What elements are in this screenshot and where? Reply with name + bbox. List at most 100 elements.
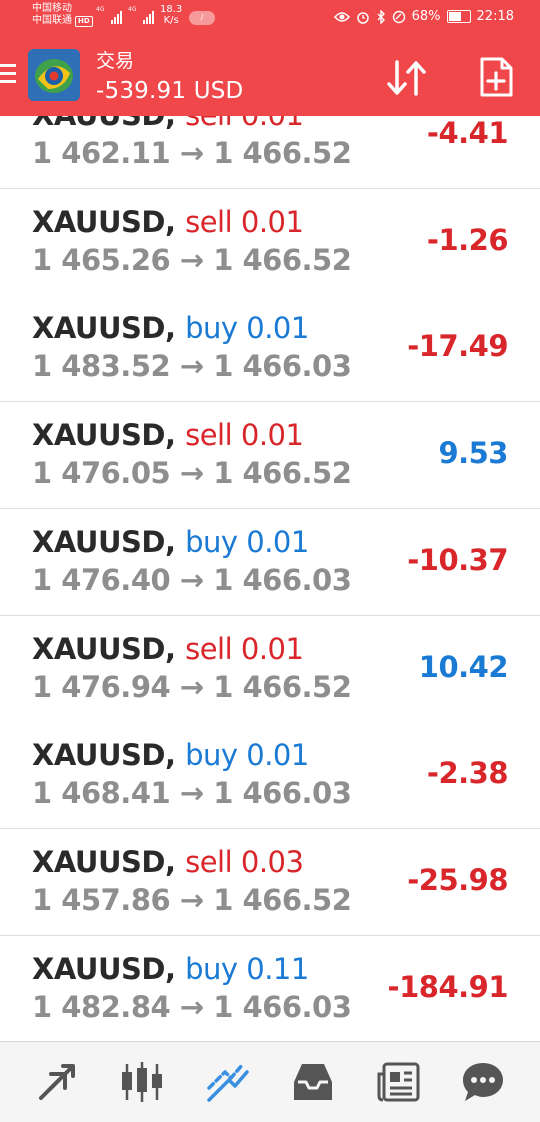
signal-group: 4G 4G	[96, 6, 154, 24]
position-profit: 10.42	[418, 650, 509, 684]
signal-icon: 4G	[96, 6, 122, 24]
page-title: 交易	[96, 50, 135, 72]
current-price: 1 466.03	[213, 990, 352, 1024]
position-row[interactable]: XAUUSD, buy 0.11 1 482.84 → 1 466.03 -184.…	[0, 936, 540, 1041]
order-side-volume: sell 0.03	[185, 845, 304, 879]
symbol-name: XAUUSD,	[32, 525, 176, 559]
arrow-icon: →	[179, 243, 204, 277]
order-side-volume: sell 0.01	[185, 116, 304, 132]
bluetooth-icon	[377, 9, 385, 24]
symbol-name: XAUUSD,	[32, 311, 176, 345]
order-side-volume: buy 0.01	[185, 738, 309, 772]
symbol-name: XAUUSD,	[32, 632, 176, 666]
symbol-name: XAUUSD,	[32, 845, 176, 879]
current-price: 1 466.52	[213, 670, 352, 704]
position-symbol: XAUUSD, buy 0.01	[32, 311, 309, 345]
open-price: 1 457.86	[32, 883, 171, 917]
symbol-name: XAUUSD,	[32, 952, 176, 986]
news-icon[interactable]	[376, 1060, 422, 1104]
current-price: 1 466.03	[213, 349, 352, 383]
current-price: 1 466.52	[213, 883, 352, 917]
battery-percent: 68%	[411, 9, 441, 24]
position-symbol: XAUUSD, buy 0.01	[32, 738, 309, 772]
order-side-volume: sell 0.01	[185, 418, 304, 452]
open-price: 1 482.84	[32, 990, 171, 1024]
open-price: 1 476.40	[32, 563, 171, 597]
position-profit: -2.38	[426, 756, 509, 790]
order-side-volume: buy 0.11	[185, 952, 309, 986]
position-row[interactable]: XAUUSD, sell 0.01 1 462.11 → 1 466.52 -4.4…	[0, 116, 540, 189]
arrow-icon: →	[179, 136, 204, 170]
open-price: 1 476.05	[32, 456, 171, 490]
signal-icon: 4G	[128, 6, 154, 24]
position-row[interactable]: XAUUSD, sell 0.03 1 457.86 → 1 466.52 -25.…	[0, 829, 540, 936]
position-row[interactable]: XAUUSD, buy 0.01 1 476.40 → 1 466.03 -10.3…	[0, 509, 540, 616]
chart-icon[interactable]	[119, 1060, 165, 1104]
order-side-volume: buy 0.01	[185, 311, 309, 345]
nfc-icon	[392, 10, 405, 23]
position-row[interactable]: XAUUSD, buy 0.01 1 468.41 → 1 466.03 -2.38	[0, 722, 540, 829]
current-price: 1 466.52	[213, 136, 352, 170]
current-price: 1 466.03	[213, 776, 352, 810]
network-type-1: 4G	[96, 6, 105, 13]
position-prices: 1 476.40 → 1 466.03	[32, 563, 352, 597]
order-side-volume: buy 0.01	[185, 525, 309, 559]
position-prices: 1 482.84 → 1 466.03	[32, 990, 352, 1024]
current-price: 1 466.52	[213, 456, 352, 490]
arrow-icon: →	[179, 670, 204, 704]
arrow-icon: →	[179, 776, 204, 810]
symbol-name: XAUUSD,	[32, 738, 176, 772]
new-order-icon[interactable]	[478, 56, 514, 98]
status-bar: 中国移动 中国联通 HD 4G 4G 18.3 K/s / 68% 22:18	[0, 0, 540, 40]
position-profit: -1.26	[426, 223, 509, 257]
open-price: 1 483.52	[32, 349, 171, 383]
position-row[interactable]: XAUUSD, sell 0.01 1 465.26 → 1 466.52 -1.2…	[0, 189, 540, 296]
position-profit: -17.49	[407, 329, 508, 363]
trade-icon[interactable]	[205, 1060, 251, 1104]
net-speed-value: 18.3	[160, 4, 183, 15]
arrow-icon: →	[179, 563, 204, 597]
network-type-2: 4G	[128, 6, 137, 13]
open-price: 1 476.94	[32, 670, 171, 704]
sort-icon[interactable]	[384, 58, 430, 98]
app-screen: 中国移动 中国联通 HD 4G 4G 18.3 K/s / 68% 22:18 …	[0, 0, 540, 1122]
position-profit: 9.53	[438, 436, 508, 470]
carrier-info: 中国移动 中国联通 HD	[32, 3, 93, 27]
status-right: 68% 22:18	[333, 9, 514, 24]
arrow-icon: →	[179, 456, 204, 490]
position-profit: -184.91	[387, 970, 509, 1004]
quotes-icon[interactable]	[35, 1060, 81, 1104]
open-price: 1 462.11	[32, 136, 171, 170]
chat-icon[interactable]	[460, 1060, 506, 1104]
position-profit: -25.98	[407, 863, 508, 897]
history-icon[interactable]	[290, 1060, 336, 1104]
position-profit: -10.37	[407, 543, 508, 577]
carrier-1: 中国移动	[32, 3, 72, 14]
order-side-volume: sell 0.01	[185, 632, 304, 666]
position-row[interactable]: XAUUSD, buy 0.01 1 483.52 → 1 466.03 -17.4…	[0, 295, 540, 402]
position-symbol: XAUUSD, buy 0.01	[32, 525, 309, 559]
arrow-icon: →	[179, 990, 204, 1024]
position-row[interactable]: XAUUSD, sell 0.01 1 476.05 → 1 466.52 9.53	[0, 402, 540, 509]
order-side-volume: sell 0.01	[185, 205, 304, 239]
open-price: 1 465.26	[32, 243, 171, 277]
open-price: 1 468.41	[32, 776, 171, 810]
position-prices: 1 476.05 → 1 466.52	[32, 456, 352, 490]
position-symbol: XAUUSD, sell 0.01	[32, 632, 304, 666]
position-prices: 1 457.86 → 1 466.52	[32, 883, 352, 917]
header: 中国移动 中国联通 HD 4G 4G 18.3 K/s / 68% 22:18 …	[0, 0, 540, 116]
clock: 22:18	[476, 9, 514, 24]
carrier-2: 中国联通	[32, 15, 72, 26]
current-price: 1 466.52	[213, 243, 352, 277]
position-profit: -4.41	[426, 116, 509, 150]
menu-icon[interactable]	[0, 64, 18, 88]
position-row[interactable]: XAUUSD, sell 0.01 1 476.94 → 1 466.52 10.4…	[0, 616, 540, 723]
positions-list[interactable]: XAUUSD, sell 0.01 1 462.11 → 1 466.52 -4.4…	[0, 116, 540, 1041]
account-balance: -539.91 USD	[96, 78, 244, 104]
current-price: 1 466.03	[213, 563, 352, 597]
network-speed: 18.3 K/s	[160, 4, 182, 26]
symbol-name: XAUUSD,	[32, 418, 176, 452]
eye-icon	[333, 11, 350, 22]
notification-pill: /	[189, 11, 215, 25]
arrow-icon: →	[179, 883, 204, 917]
